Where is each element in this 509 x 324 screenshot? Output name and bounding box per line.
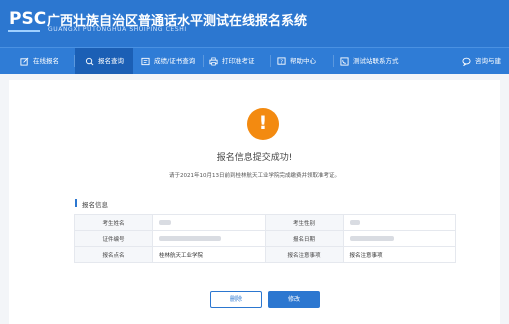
nav-item-help-center[interactable]: ? 帮助中心 [277,48,316,74]
redacted-value [349,219,360,225]
warning-icon: ! [247,108,279,140]
site-subtitle: GUANGXI PUTONGHUA SHUIPING CESHI [48,26,187,33]
label-gender: 考生性别 [264,214,344,231]
label-registration-site: 报名点名 [74,246,153,263]
printer-icon [209,57,218,65]
nav-item-registration-query[interactable]: 报名查询 [75,48,133,74]
nav-item-score-certificate[interactable]: 成绩/证书查询 [141,48,195,74]
nav-item-consult-suggest[interactable]: 咨询与建 [462,48,501,74]
label-id-number: 证件编号 [74,230,153,247]
nav-label: 咨询与建 [475,57,501,65]
nav-divider [270,55,271,67]
value-id-number [152,230,266,247]
header: PSC 广西壮族自治区普通话水平测试在线报名系统 GUANGXI PUTONGH… [0,0,509,47]
chat-icon [462,57,471,66]
registration-info-table: 考生姓名 考生性别 证件编号 报名日期 报名点名 桂林航天工业学院 报名注意事项… [74,214,456,263]
table-row: 考生姓名 考生性别 [74,214,456,231]
section-title: 报名信息 [82,201,108,209]
nav-item-test-station-contact[interactable]: 测试站联系方式 [340,48,399,74]
search-icon [85,57,94,65]
nav-label: 成绩/证书查询 [154,57,196,65]
nav-item-online-registration[interactable]: 在线报名 [20,48,59,74]
value-gender [342,214,456,231]
nav-label: 报名查询 [98,57,124,65]
edit-icon [20,57,29,66]
success-message: 报名信息提交成功! [216,153,293,163]
nav-label: 在线报名 [33,57,59,65]
nav-label: 帮助中心 [290,57,316,65]
nav-label: 打印准考证 [222,57,255,65]
label-name: 考生姓名 [74,214,153,231]
svg-text:?: ? [280,59,283,65]
certificate-icon [141,57,150,65]
exclamation-mark: ! [258,112,268,134]
logo-underline [8,30,40,32]
table-row: 报名点名 桂林航天工业学院 报名注意事项 报名注意事项 [74,246,456,263]
nav-divider [333,55,334,67]
phone-icon [340,56,349,66]
nav-item-print-admission[interactable]: 打印准考证 [209,48,255,74]
nav-divider [203,55,204,67]
label-registration-date: 报名日期 [264,230,344,247]
edit-button[interactable]: 修改 [268,291,320,308]
redacted-value [159,235,221,241]
help-icon: ? [277,56,286,65]
value-registration-site: 桂林航天工业学院 [152,246,266,263]
value-name [152,214,266,231]
main-nav: 在线报名 报名查询 成绩/证书查询 打印准考证 ? 帮助中心 测试站联系方式 咨… [0,47,509,74]
value-registration-notes[interactable]: 报名注意事项 [342,246,456,263]
nav-label: 测试站联系方式 [353,57,399,65]
redacted-value [159,219,171,225]
redacted-value [349,235,394,241]
payment-note: 请于2021年10月13日前到桂林航天工业学院完成缴费并领取准考证。 [169,173,340,179]
psc-logo[interactable]: PSC [9,9,46,29]
section-marker [75,199,77,207]
delete-button[interactable]: 删除 [210,291,262,308]
label-registration-notes: 报名注意事项 [264,246,344,263]
value-registration-date [342,230,456,247]
table-row: 证件编号 报名日期 [74,230,456,247]
